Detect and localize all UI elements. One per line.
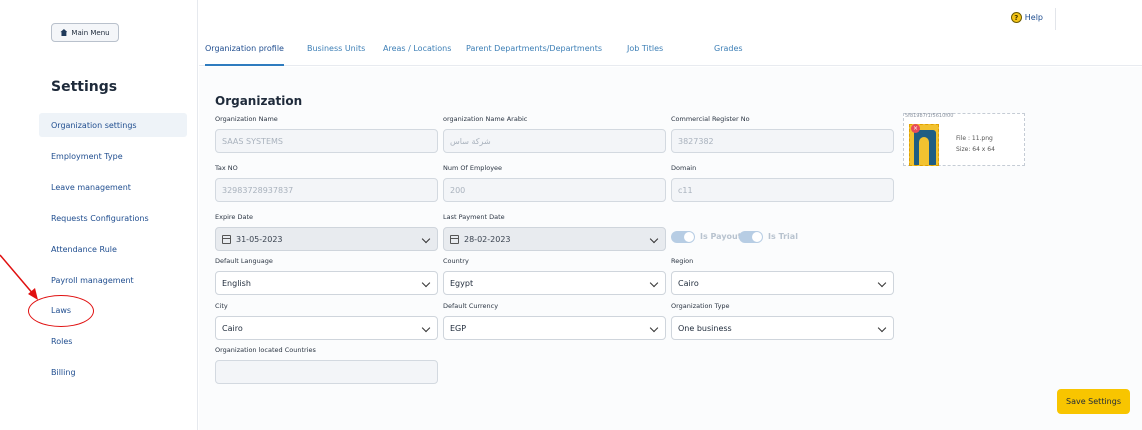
sidebar-item-employment-type[interactable]: Employment Type	[39, 144, 187, 168]
save-settings-button[interactable]: Save Settings	[1057, 389, 1130, 414]
top-bar: ? Help Organization profile Business Uni…	[199, 0, 1142, 66]
country-select[interactable]: Egypt	[443, 271, 666, 295]
sidebar-item-label: Employment Type	[51, 151, 123, 161]
section-title: Organization	[215, 94, 303, 108]
sidebar-item-attendance-rule[interactable]: Attendance Rule	[39, 237, 187, 261]
sidebar-item-label: Billing	[51, 367, 76, 377]
help-icon: ?	[1010, 12, 1022, 23]
region-value: Cairo	[678, 278, 699, 288]
file-name-text: File : 11.png	[956, 135, 993, 142]
file-size-text: Size: 64 x 64	[956, 146, 995, 153]
settings-title: Settings	[51, 79, 118, 95]
upload-filename: 5f81987f1f5610f00	[905, 113, 954, 119]
sidebar-item-roles[interactable]: Roles	[39, 329, 187, 353]
tab-departments[interactable]: Parent Departments/Departments	[466, 44, 602, 66]
org-name-arabic-label: organization Name Arabic	[443, 115, 528, 123]
region-select[interactable]: Cairo	[671, 271, 894, 295]
tab-organization-profile[interactable]: Organization profile	[205, 44, 284, 66]
annotation-arrow	[0, 254, 38, 300]
sidebar-item-label: Attendance Rule	[51, 244, 117, 254]
city-value: Cairo	[222, 323, 243, 333]
default-currency-label: Default Currency	[443, 302, 499, 310]
tax-no-label: Tax NO	[215, 164, 238, 172]
chevron-down-icon	[421, 234, 431, 244]
is-payout-toggle[interactable]	[671, 231, 695, 243]
domain-label: Domain	[671, 164, 697, 172]
expire-date-picker[interactable]: 31-05-2023	[215, 227, 438, 251]
default-language-value: English	[222, 278, 251, 288]
sidebar-item-billing[interactable]: Billing	[39, 360, 187, 384]
chevron-down-icon	[877, 323, 887, 333]
last-payment-label: Last Payment Date	[443, 213, 505, 221]
sidebar-item-label: Requests Configurations	[51, 213, 149, 223]
toggle-knob	[752, 232, 762, 242]
sidebar-item-label: Roles	[51, 336, 73, 346]
calendar-icon	[450, 234, 459, 244]
chevron-down-icon	[421, 278, 431, 288]
chevron-down-icon	[649, 278, 659, 288]
tab-areas-locations[interactable]: Areas / Locations	[383, 44, 451, 66]
chevron-down-icon	[421, 323, 431, 333]
tax-no-input[interactable]: 32983728937837	[215, 178, 438, 202]
city-select[interactable]: Cairo	[215, 316, 438, 340]
tab-job-titles[interactable]: Job Titles	[627, 44, 663, 66]
sidebar-item-leave-management[interactable]: Leave management	[39, 175, 187, 199]
org-name-arabic-input[interactable]: شركة ساس	[443, 129, 666, 153]
num-employees-input[interactable]: 200	[443, 178, 666, 202]
main-menu-label: Main Menu	[71, 28, 110, 37]
help-label: Help	[1024, 13, 1043, 22]
country-label: Country	[443, 257, 469, 265]
sidebar-item-requests-configurations[interactable]: Requests Configurations	[39, 206, 187, 230]
commercial-register-input[interactable]: 3827382	[671, 129, 894, 153]
expire-date-value: 31-05-2023	[236, 234, 283, 244]
country-value: Egypt	[450, 278, 474, 288]
is-trial-toggle[interactable]	[739, 231, 763, 243]
logo-shape-cutout	[919, 137, 929, 165]
domain-input[interactable]: c11	[671, 178, 894, 202]
is-payout-label: Is Payout	[700, 232, 742, 241]
org-type-select[interactable]: One business	[671, 316, 894, 340]
num-employees-label: Num Of Employee	[443, 164, 503, 172]
chevron-down-icon	[649, 234, 659, 244]
org-name-input[interactable]: SAAS SYSTEMS	[215, 129, 438, 153]
default-language-label: Default Language	[215, 257, 273, 265]
help-link[interactable]: ? Help	[1010, 12, 1043, 23]
org-type-label: Organization Type	[671, 302, 730, 310]
sidebar-item-label: Payroll management	[51, 275, 134, 285]
sidebar: Main Menu Settings Organization settings…	[0, 0, 198, 430]
tab-business-units[interactable]: Business Units	[307, 44, 365, 66]
toggle-knob	[684, 232, 694, 242]
last-payment-picker[interactable]: 28-02-2023	[443, 227, 666, 251]
commercial-register-label: Commercial Register No	[671, 115, 750, 123]
located-countries-input[interactable]	[215, 360, 438, 384]
org-name-label: Organization Name	[215, 115, 278, 123]
last-payment-value: 28-02-2023	[464, 234, 511, 244]
default-currency-select[interactable]: EGP	[443, 316, 666, 340]
main-menu-button[interactable]: Main Menu	[51, 23, 119, 42]
sidebar-item-payroll-management[interactable]: Payroll management	[39, 268, 187, 292]
default-currency-value: EGP	[450, 323, 467, 333]
region-label: Region	[671, 257, 694, 265]
is-trial-label: Is Trial	[768, 232, 798, 241]
located-countries-label: Organization located Countries	[215, 346, 316, 354]
logo-upload[interactable]: 5f81987f1f5610f00 × File : 11.png Size: …	[903, 113, 1025, 166]
remove-file-icon[interactable]: ×	[911, 124, 920, 133]
home-icon	[60, 29, 68, 36]
annotation-circle	[28, 295, 94, 327]
org-type-value: One business	[678, 323, 732, 333]
tab-grades[interactable]: Grades	[714, 44, 743, 66]
divider	[1055, 8, 1056, 30]
city-label: City	[215, 302, 228, 310]
sidebar-item-label: Leave management	[51, 182, 131, 192]
calendar-icon	[222, 234, 231, 244]
chevron-down-icon	[649, 323, 659, 333]
sidebar-item-label: Organization settings	[51, 120, 137, 130]
chevron-down-icon	[877, 278, 887, 288]
sidebar-item-organization-settings[interactable]: Organization settings	[39, 113, 187, 137]
default-language-select[interactable]: English	[215, 271, 438, 295]
expire-date-label: Expire Date	[215, 213, 254, 221]
